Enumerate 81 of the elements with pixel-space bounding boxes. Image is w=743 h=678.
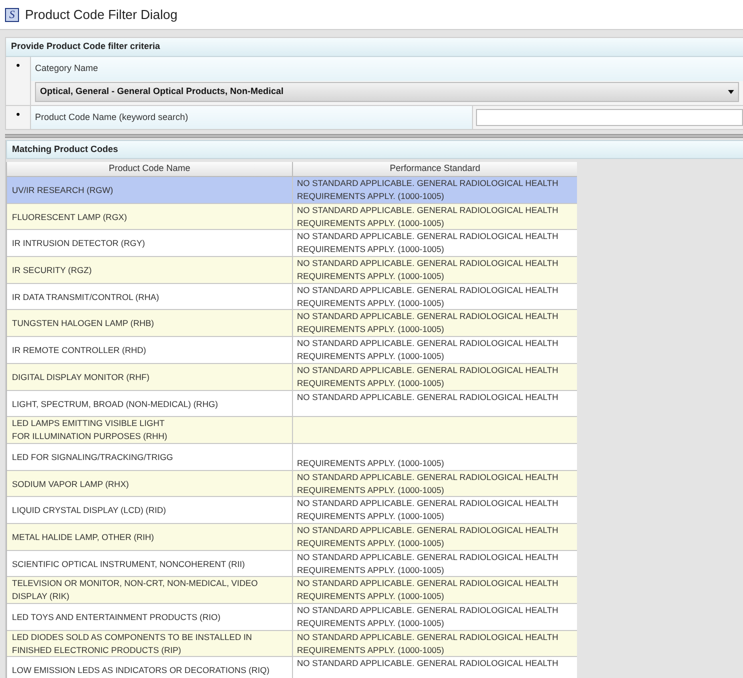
table-cell-text: REQUIREMENTS APPLY. (1000-1005) [297, 456, 446, 470]
table-cell-text: REQUIREMENTS APPLY. (1000-1005) [297, 350, 446, 363]
table-cell-text: NO STANDARD APPLICABLE. GENERAL RADIOLOGICAL HEALTH [297, 630, 560, 644]
table-cell: LED FOR SIGNALING/TRACKING/TRIGG [12, 450, 174, 464]
table-row[interactable]: LED LAMPS EMITTING VISIBLE LIGHT FOR ILLUMINATION PURPOSES (RHH) [7, 417, 577, 444]
table-cell: SCIENTIFIC OPTICAL INSTRUMENT, NONCOHERENT (RII) [12, 558, 245, 571]
table-row[interactable]: IR SECURITY (RGZ) NO STANDARD APPLICABLE. GENERAL RADIOLOGICAL HEALTH REQUIREMENTS APPLY. (1000-1005) [7, 257, 577, 284]
table-cell-text: NO STANDARD APPLICABLE. GENERAL RADIOLOGICAL HEALTH [297, 337, 560, 350]
table-row[interactable]: IR REMOTE CONTROLLER (RHD) NO STANDARD APPLICABLE. GENERAL RADIOLOGICAL HEALTH REQUIREMENTS APPLY. (1000-1005) [7, 337, 577, 364]
table-cell-text: NO STANDARD APPLICABLE. GENERAL RADIOLOGICAL HEALTH [297, 470, 560, 484]
table-cell-text: NO STANDARD APPLICABLE. GENERAL RADIOLOGICAL HEALTH [297, 604, 560, 617]
table-cell: LIQUID CRYSTAL DISPLAY (LCD) (RID) [12, 504, 166, 518]
table-row[interactable]: LIQUID CRYSTAL DISPLAY (LCD) (RID) NO STANDARD APPLICABLE. GENERAL RADIOLOGICAL HEALTH REQUIREMENTS APPLY. (1000-1005) [7, 497, 577, 524]
table-row[interactable]: LED DIODES SOLD AS COMPONENTS TO BE INSTALLED IN FINISHED ELECTRONIC PRODUCTS (RIP) NO STANDARD APPLICABLE. GENERAL RADIOLOGICAL HEALTH REQUIREMENTS APPLY. (1000-1005) [7, 630, 577, 658]
table-cell: UV/IR RESEARCH (RGW) [12, 184, 114, 197]
table-row[interactable]: TELEVISION OR MONITOR, NON-CRT, NON-MEDICAL, VIDEO DISPLAY (RIK) NO STANDARD APPLICABLE. GENERAL RADIOLOGICAL HEALTH REQUIREMENTS APPLY. (1000-1005) [7, 577, 577, 604]
table-cell: DIGITAL DISPLAY MONITOR (RHF) [12, 370, 150, 384]
field-label: Category Name [31, 57, 743, 81]
table-cell: TELEVISION OR MONITOR, NON-CRT, NON-MEDICAL, VIDEO DISPLAY (RIK) [12, 577, 258, 603]
table-cell-text: REQUIREMENTS APPLY. (1000-1005) [297, 617, 446, 630]
table-row[interactable]: IR INTRUSION DETECTOR (RGY) NO STANDARD APPLICABLE. GENERAL RADIOLOGICAL HEALTH REQUIREMENTS APPLY. (1000-1005) [7, 230, 577, 258]
table-cell-text: NO STANDARD APPLICABLE. GENERAL RADIOLOGICAL HEALTH [297, 364, 560, 377]
table-cell-text: NO STANDARD APPLICABLE. GENERAL RADIOLOGICAL HEALTH [297, 257, 560, 270]
table-row[interactable]: IR DATA TRANSMIT/CONTROL (RHA) NO STANDARD APPLICABLE. GENERAL RADIOLOGICAL HEALTH REQUIREMENTS APPLY. (1000-1005) [7, 284, 577, 310]
table-cell: IR REMOTE CONTROLLER (RHD) [12, 344, 146, 358]
window-title: Product Code Filter Dialog [25, 6, 178, 24]
section-header: Matching Product Codes [6, 140, 743, 159]
caret-icon [728, 90, 734, 94]
column-header[interactable]: Product Code Name [7, 162, 293, 176]
table-row[interactable]: SCIENTIFIC OPTICAL INSTRUMENT, NONCOHERENT (RII) NO STANDARD APPLICABLE. GENERAL RADIOLOGICAL HEALTH REQUIREMENTS APPLY. (1000-1005) [7, 550, 577, 578]
table-cell: SODIUM VAPOR LAMP (RHX) [12, 478, 129, 491]
table-cell-text: REQUIREMENTS APPLY. (1000-1005) [297, 564, 446, 576]
table-cell: LED LAMPS EMITTING VISIBLE LIGHT FOR ILLUMINATION PURPOSES (RHH) [12, 417, 168, 443]
table-row[interactable]: LED TOYS AND ENTERTAINMENT PRODUCTS (RIO) NO STANDARD APPLICABLE. GENERAL RADIOLOGICAL HEALTH REQUIREMENTS APPLY. (1000-1005) [7, 604, 577, 631]
table-cell-text: NO STANDARD APPLICABLE. GENERAL RADIOLOGICAL HEALTH [297, 204, 560, 217]
table-cell: TUNGSTEN HALOGEN LAMP (RHB) [12, 317, 154, 330]
table-cell-text: REQUIREMENTS APPLY. (1000-1005) [297, 323, 446, 336]
column-header[interactable]: Performance Standard [293, 162, 577, 176]
table-cell-text: REQUIREMENTS APPLY. (1000-1005) [297, 243, 446, 256]
table-cell-text: NO STANDARD APPLICABLE. GENERAL RADIOLOGICAL HEALTH [297, 310, 560, 324]
table-row[interactable]: DIGITAL DISPLAY MONITOR (RHF) NO STANDARD APPLICABLE. GENERAL RADIOLOGICAL HEALTH REQUIREMENTS APPLY. (1000-1005) [7, 364, 577, 390]
table-cell-text: NO STANDARD APPLICABLE. GENERAL RADIOLOGICAL HEALTH [297, 284, 560, 297]
table-cell-text: REQUIREMENTS APPLY. (1000-1005) [297, 216, 446, 230]
section-header: Provide Product Code filter criteria [6, 38, 743, 57]
table-cell-text: REQUIREMENTS APPLY. (1000-1005) [297, 536, 446, 550]
table-cell: IR SECURITY (RGZ) [12, 264, 92, 278]
table-row[interactable]: METAL HALIDE LAMP, OTHER (RIH) NO STANDARD APPLICABLE. GENERAL RADIOLOGICAL HEALTH REQUIREMENTS APPLY. (1000-1005) [7, 524, 577, 551]
table-cell: LOW EMISSION LEDS AS INDICATORS OR DECORATIONS (RIQ) [12, 664, 270, 678]
table-cell: LED DIODES SOLD AS COMPONENTS TO BE INSTALLED IN FINISHED ELECTRONIC PRODUCTS (RIP) [12, 630, 252, 656]
table-row[interactable]: UV/IR RESEARCH (RGW) NO STANDARD APPLICABLE. GENERAL RADIOLOGICAL HEALTH REQUIREMENTS APPLY. (1000-1005) [7, 177, 577, 204]
table-cell: IR DATA TRANSMIT/CONTROL (RHA) [12, 290, 160, 304]
table-row[interactable]: TUNGSTEN HALOGEN LAMP (RHB) NO STANDARD APPLICABLE. GENERAL RADIOLOGICAL HEALTH REQUIREMENTS APPLY. (1000-1005) [7, 310, 577, 338]
table-cell-text: REQUIREMENTS APPLY. (1000-1005) [297, 590, 446, 603]
table-cell-text: REQUIREMENTS APPLY. (1000-1005) [297, 644, 446, 656]
table-cell: FLUORESCENT LAMP (RGX) [12, 210, 127, 224]
table-row[interactable]: FLUORESCENT LAMP (RGX) NO STANDARD APPLICABLE. GENERAL RADIOLOGICAL HEALTH REQUIREMENTS APPLY. (1000-1005) [7, 204, 577, 230]
table-cell-text: NO STANDARD APPLICABLE. GENERAL RADIOLOGICAL HEALTH [297, 550, 560, 564]
table-cell: LIGHT, SPECTRUM, BROAD (NON-MEDICAL) (RHG) [12, 398, 218, 410]
table-cell-text: NO STANDARD APPLICABLE. GENERAL RADIOLOGICAL HEALTH [297, 577, 560, 590]
table-cell-text: REQUIREMENTS APPLY. (1000-1005) [297, 296, 446, 310]
table-cell-text: REQUIREMENTS APPLY. (1000-1005) [297, 484, 446, 496]
table-cell-text: NO STANDARD APPLICABLE. GENERAL RADIOLOGICAL HEALTH [297, 177, 560, 190]
table-cell: METAL HALIDE LAMP, OTHER (RIH) [12, 530, 154, 544]
table-cell-text: NO STANDARD APPLICABLE. GENERAL RADIOLOGICAL HEALTH [297, 390, 560, 404]
table-cell-text: REQUIREMENTS APPLY. (1000-1005) [297, 270, 446, 283]
table-cell: LED TOYS AND ENTERTAINMENT PRODUCTS (RIO) [12, 611, 220, 624]
table-cell-text: NO STANDARD APPLICABLE. GENERAL RADIOLOGICAL HEALTH [297, 497, 560, 510]
table-cell-text: REQUIREMENTS APPLY. (1000-1005) [297, 190, 446, 203]
table-cell-text: REQUIREMENTS APPLY. (1000-1005) [297, 376, 446, 390]
field-label: Product Code Name (keyword search) [31, 106, 473, 129]
table-cell-text: NO STANDARD APPLICABLE. GENERAL RADIOLOGICAL HEALTH [297, 524, 560, 537]
table-cell: IR INTRUSION DETECTOR (RGY) [12, 237, 146, 250]
table-cell-text: NO STANDARD APPLICABLE. GENERAL RADIOLOGICAL HEALTH [297, 230, 560, 244]
app-icon: S [5, 8, 19, 22]
table-row[interactable]: LIGHT, SPECTRUM, BROAD (NON-MEDICAL) (RHG) NO STANDARD APPLICABLE. GENERAL RADIOLOGICAL HEALTH [7, 390, 577, 418]
table-cell-text: REQUIREMENTS APPLY. (1000-1005) [297, 510, 446, 523]
category-dropdown[interactable]: Optical, General - General Optical Products, Non-Medical [35, 82, 739, 102]
keyword-field[interactable] [476, 109, 743, 126]
table-cell-text: NO STANDARD APPLICABLE. GENERAL RADIOLOGICAL HEALTH [297, 657, 560, 670]
table-row[interactable]: LED FOR SIGNALING/TRACKING/TRIGG REQUIREMENTS APPLY. (1000-1005) [7, 444, 577, 471]
table-row[interactable]: SODIUM VAPOR LAMP (RHX) NO STANDARD APPLICABLE. GENERAL RADIOLOGICAL HEALTH REQUIREMENTS APPLY. (1000-1005) [7, 470, 577, 498]
